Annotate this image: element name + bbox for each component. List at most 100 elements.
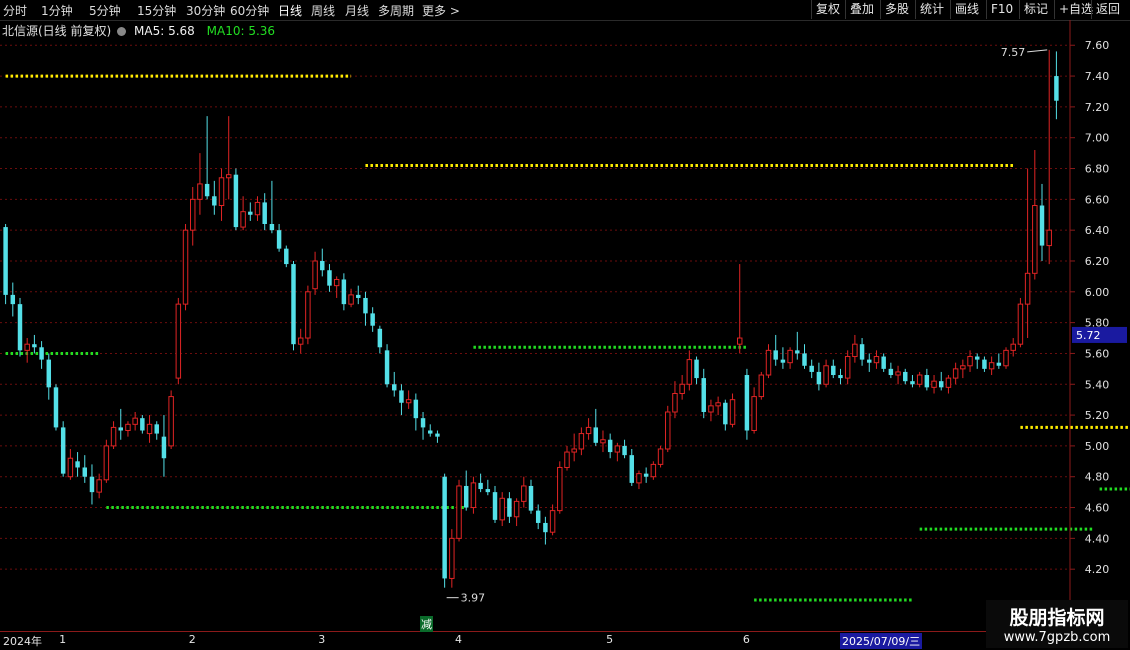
candle-body-down — [802, 353, 807, 366]
candle-body-up — [585, 426, 592, 435]
candle-body-down — [485, 489, 491, 493]
candle-body-down — [535, 510, 541, 523]
candle-body-down — [262, 202, 267, 224]
candle-body-down — [1039, 205, 1045, 246]
candle-body-up — [182, 229, 189, 305]
candle-body-down — [463, 485, 469, 508]
candle-body-up — [751, 396, 757, 431]
candle-body-up — [333, 278, 340, 287]
candle-body-down — [694, 359, 699, 379]
month-label: 2 — [188, 633, 196, 646]
candle-body-up — [708, 405, 714, 413]
candle-body-down — [795, 350, 800, 354]
candle-body-down — [204, 183, 210, 197]
candle-body-up — [873, 356, 880, 364]
month-label: 1 — [59, 633, 67, 646]
candle-body-down — [370, 313, 375, 326]
candle-body-up — [960, 365, 966, 370]
candle-body-down — [276, 230, 282, 249]
y-tick-label: 5.20 — [1085, 409, 1110, 422]
y-tick-label: 4.80 — [1085, 471, 1110, 484]
candle-body-up — [614, 445, 621, 453]
candle-body-up — [521, 485, 527, 502]
candle-body-up — [571, 448, 577, 453]
candle-body-up — [96, 479, 102, 493]
candle-body-up — [197, 183, 203, 200]
candle-body-up — [852, 343, 858, 358]
candle-body-down — [320, 260, 325, 271]
y-tick-label: 4.60 — [1085, 502, 1110, 515]
candle-body-up — [168, 396, 174, 447]
annotations: 7.57 3.97 5.72 — [446, 46, 1127, 605]
candle-body-down — [888, 368, 894, 376]
candle-body-down — [212, 196, 217, 206]
candle-body-down — [629, 455, 634, 483]
candle-body-down — [1054, 76, 1059, 101]
candle-body-down — [3, 227, 8, 295]
candle-body-down — [780, 359, 786, 363]
candle-body-down — [744, 375, 750, 431]
y-tick-label: 6.60 — [1085, 193, 1110, 206]
month-label: 3 — [318, 633, 326, 646]
candle-body-down — [773, 350, 778, 360]
candle-body-down — [377, 328, 383, 348]
candle-body-down — [327, 270, 332, 286]
candle-body-down — [82, 467, 87, 477]
month-label: 4 — [455, 633, 463, 646]
candle-body-up — [686, 359, 693, 385]
candle-body-up — [578, 433, 585, 450]
candle-body-down — [859, 344, 865, 360]
candle-body-up — [297, 337, 304, 345]
candle-body-down — [32, 344, 37, 348]
candle-body-down — [924, 375, 930, 388]
cursor-date-label: 2025/07/09/三 — [840, 633, 923, 649]
candle-body-down — [248, 211, 253, 215]
y-tick-label: 5.60 — [1085, 347, 1110, 360]
candle-body-up — [549, 510, 556, 533]
y-tick-label: 7.40 — [1085, 70, 1110, 83]
current-price-label: 5.72 — [1076, 329, 1101, 342]
y-tick-label: 5.40 — [1085, 378, 1110, 391]
watermark-title: 股朋指标网 — [1009, 607, 1105, 629]
y-tick-label: 7.20 — [1085, 101, 1110, 114]
candle-body-up — [125, 423, 131, 431]
price-axis: 4.204.404.604.805.005.205.405.605.806.00… — [1069, 20, 1110, 630]
candle-body-down — [140, 418, 145, 431]
candle-body-up — [240, 211, 246, 228]
candle-body-up — [895, 371, 901, 376]
signal-tag: 减 — [420, 616, 433, 632]
candle-body-down — [622, 445, 627, 456]
candle-body-up — [967, 356, 973, 367]
y-tick-label: 7.60 — [1085, 39, 1110, 52]
candle-body-up — [305, 291, 311, 339]
candle-body-down — [392, 384, 397, 391]
y-tick-label: 5.00 — [1085, 440, 1110, 453]
candle-body-up — [218, 177, 225, 207]
candle-body-down — [384, 350, 390, 385]
candle-body-down — [982, 359, 987, 369]
candle-body-down — [593, 427, 599, 443]
candle-body-down — [89, 476, 95, 493]
candle-body-up — [665, 411, 671, 450]
candle-body-up — [405, 399, 412, 404]
low-price-label: 3.97 — [461, 592, 486, 605]
candle-body-down — [543, 522, 548, 533]
candle-body-down — [903, 371, 908, 382]
y-tick-label: 6.20 — [1085, 255, 1110, 268]
watermark: 股朋指标网 www.7gpzb.com — [986, 600, 1128, 648]
candle-body-up — [499, 497, 505, 521]
candle-body-up — [1003, 349, 1009, 367]
candlestick-chart[interactable]: 4.204.404.604.805.005.205.405.605.806.00… — [0, 0, 1130, 630]
candle-body-up — [736, 337, 743, 345]
candle-body-up — [1024, 272, 1031, 305]
candle-body-down — [428, 430, 433, 434]
candle-body-up — [1032, 205, 1038, 274]
candle-body-up — [679, 383, 685, 395]
candle-body-down — [607, 439, 613, 453]
candle-body-up — [988, 362, 995, 370]
candle-body-down — [939, 381, 944, 388]
candle-body-down — [154, 424, 159, 434]
candle-body-up — [600, 439, 606, 444]
candle-body-up — [348, 294, 354, 305]
candle-body-down — [838, 375, 843, 379]
